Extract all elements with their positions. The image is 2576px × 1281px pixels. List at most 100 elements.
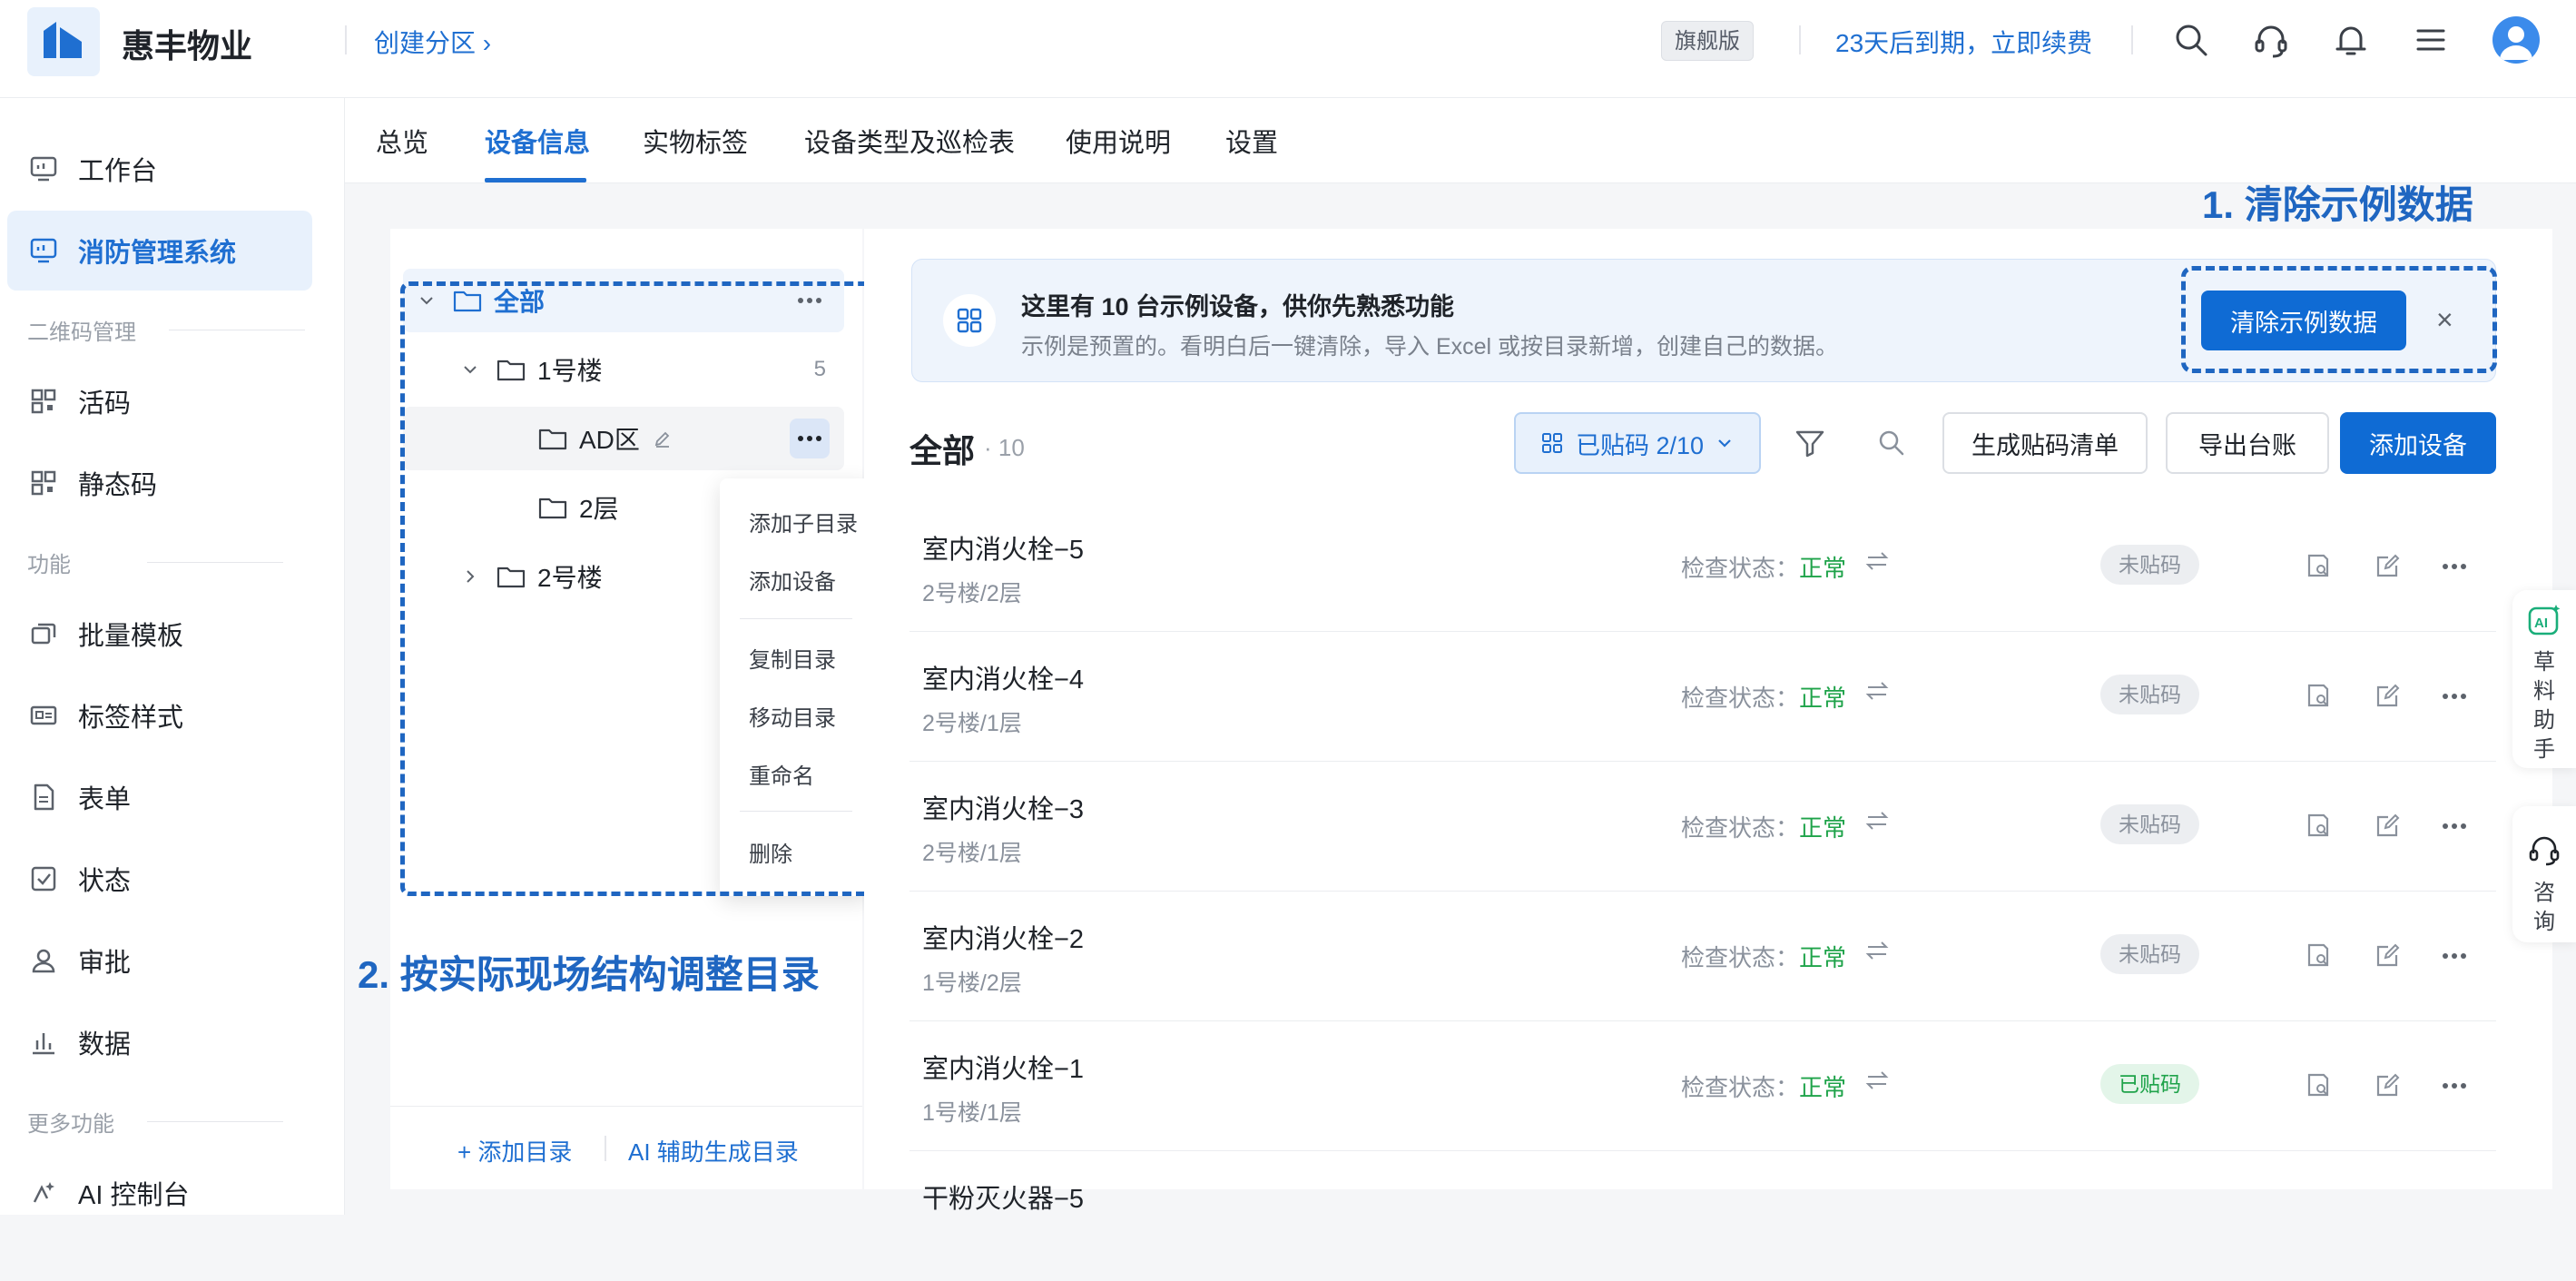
add-device-button[interactable]: 添加设备 — [2340, 412, 2496, 474]
swap-icon[interactable] — [1864, 938, 1890, 963]
brand-name: 惠丰物业 — [122, 27, 253, 64]
more-icon[interactable] — [2440, 941, 2469, 971]
device-name[interactable]: 室内消火栓−3 — [922, 788, 1084, 826]
sidebar-item-ai-console[interactable]: AI 控制台 — [7, 1153, 312, 1233]
export-ledger-button[interactable]: 导出台账 — [2166, 412, 2329, 474]
grid-icon — [943, 294, 996, 347]
sidebar-item-status[interactable]: 状态 — [7, 839, 312, 919]
tag-status-badge: 未贴码 — [2100, 675, 2199, 714]
dashboard-icon — [29, 154, 58, 183]
inspection-status: 检查状态：正常 — [1681, 550, 1846, 584]
device-row[interactable]: 室内消火栓−1 1号楼/1层 检查状态：正常 已贴码 — [909, 1022, 2496, 1151]
qrcode-icon — [29, 387, 58, 416]
sidebar-item-workbench[interactable]: 工作台 — [7, 129, 312, 209]
edit-icon[interactable] — [2373, 1071, 2402, 1100]
bell-icon[interactable] — [2331, 20, 2371, 60]
swap-icon[interactable] — [1864, 678, 1890, 704]
device-location: 1号楼/2层 — [922, 971, 1022, 996]
tag-status-badge: 已贴码 — [2100, 1064, 2199, 1104]
add-directory-link[interactable]: + 添加目录 — [457, 1134, 572, 1168]
edit-icon[interactable] — [2373, 682, 2402, 711]
detail-icon[interactable] — [2304, 682, 2333, 711]
sidebar-item-label: 状态 — [78, 867, 132, 896]
status-label: 检查状态： — [1681, 814, 1800, 842]
tagged-filter-chip[interactable]: 已贴码 2/10 — [1514, 412, 1761, 474]
grid-icon — [1541, 432, 1563, 454]
brand-logo-icon — [27, 7, 100, 76]
monitor-icon — [29, 236, 58, 265]
detail-icon[interactable] — [2304, 812, 2333, 841]
generate-tag-list-button[interactable]: 生成贴码清单 — [1942, 412, 2148, 474]
edit-icon[interactable] — [2373, 941, 2402, 971]
edit-icon[interactable] — [2373, 812, 2402, 841]
swap-icon[interactable] — [1864, 548, 1890, 574]
sidebar-item-label: 标签样式 — [78, 704, 184, 733]
tab-physical-label[interactable]: 实物标签 — [643, 122, 748, 160]
tree-footer: + 添加目录 AI 辅助生成目录 — [390, 1106, 862, 1189]
sidebar-item-approval[interactable]: 审批 — [7, 921, 312, 1000]
tab-settings[interactable]: 设置 — [1225, 122, 1278, 160]
edition-badge: 旗舰版 — [1661, 21, 1754, 61]
device-name[interactable]: 干粉灭火器−5 — [922, 1178, 1084, 1216]
search-icon[interactable] — [2171, 20, 2211, 60]
swap-icon[interactable] — [1864, 808, 1890, 833]
annotation-step-2: 2. 按实际现场结构调整目录 — [358, 953, 820, 996]
device-name[interactable]: 室内消火栓−4 — [922, 658, 1084, 696]
status-value: 正常 — [1799, 944, 1847, 971]
device-row[interactable]: 室内消火栓−4 2号楼/1层 检查状态：正常 未贴码 — [909, 633, 2496, 762]
sidebar-item-label-style[interactable]: 标签样式 — [7, 675, 312, 755]
user-icon — [29, 946, 58, 975]
tag-status-badge: 未贴码 — [2100, 545, 2199, 585]
sidebar-group-qr: 二维码管理 — [27, 314, 305, 346]
form-icon — [29, 783, 58, 812]
sidebar-item-static-code[interactable]: 静态码 — [7, 443, 312, 523]
create-zone-link[interactable]: 创建分区 › — [374, 24, 491, 60]
headset-icon[interactable] — [2251, 20, 2291, 60]
edit-icon[interactable] — [2373, 552, 2402, 581]
chevron-down-icon — [1715, 433, 1735, 453]
more-icon[interactable] — [2440, 552, 2469, 581]
search-icon[interactable] — [1875, 427, 1908, 459]
device-row[interactable]: 室内消火栓−3 2号楼/1层 检查状态：正常 未贴码 — [909, 763, 2496, 892]
device-name[interactable]: 室内消火栓−5 — [922, 528, 1084, 567]
ai-generate-directory-link[interactable]: AI 辅助生成目录 — [628, 1134, 799, 1168]
swap-icon[interactable] — [1864, 1068, 1890, 1093]
more-icon[interactable] — [2440, 682, 2469, 711]
tag-status-badge: 未贴码 — [2100, 804, 2199, 844]
tab-device-info[interactable]: 设备信息 — [485, 122, 590, 160]
detail-icon[interactable] — [2304, 1071, 2333, 1100]
sidebar-item-label: 审批 — [78, 949, 132, 978]
more-icon[interactable] — [2440, 812, 2469, 841]
renew-link[interactable]: 23天后到期，立即续费 — [1835, 24, 2092, 60]
tab-device-types[interactable]: 设备类型及巡检表 — [804, 122, 1015, 160]
menu-icon[interactable] — [2411, 20, 2451, 60]
tab-instructions[interactable]: 使用说明 — [1066, 122, 1171, 160]
avatar[interactable] — [2492, 16, 2540, 64]
sidebar-item-fire-system[interactable]: 消防管理系统 — [7, 211, 312, 291]
divider — [345, 25, 347, 54]
device-name[interactable]: 室内消火栓−2 — [922, 918, 1084, 956]
device-row[interactable]: 干粉灭火器−5 — [909, 1152, 2496, 1281]
ai-assistant-float[interactable]: AI 草料助手 — [2512, 590, 2576, 768]
device-name[interactable]: 室内消火栓−1 — [922, 1048, 1084, 1086]
device-location: 2号楼/1层 — [922, 711, 1022, 736]
consult-float[interactable]: 咨询 — [2512, 806, 2576, 942]
check-icon — [29, 864, 58, 893]
detail-icon[interactable] — [2304, 941, 2333, 971]
sidebar-item-data[interactable]: 数据 — [7, 1002, 312, 1082]
sidebar-item-batch-template[interactable]: 批量模板 — [7, 594, 312, 674]
status-label: 检查状态： — [1681, 1074, 1800, 1101]
status-label: 检查状态： — [1681, 944, 1800, 971]
sidebar-item-form[interactable]: 表单 — [7, 757, 312, 837]
tab-overview[interactable]: 总览 — [376, 122, 428, 160]
inspection-status: 检查状态：正常 — [1681, 1069, 1846, 1103]
banner-subtitle: 示例是预置的。看明白后一键清除，导入 Excel 或按目录新增，创建自己的数据。 — [1021, 334, 1839, 360]
device-row[interactable]: 室内消火栓−2 1号楼/2层 检查状态：正常 未贴码 — [909, 892, 2496, 1021]
tab-bar: 总览 设备信息 实物标签 设备类型及巡检表 使用说明 设置 — [345, 98, 2576, 183]
filter-icon[interactable] — [1792, 425, 1828, 461]
sidebar-item-live-code[interactable]: 活码 — [7, 361, 312, 441]
detail-icon[interactable] — [2304, 552, 2333, 581]
more-icon[interactable] — [2440, 1071, 2469, 1100]
device-row[interactable]: 室内消火栓−5 2号楼/2层 检查状态：正常 未贴码 — [909, 503, 2496, 632]
sidebar-group-more: 更多功能 — [27, 1106, 283, 1138]
